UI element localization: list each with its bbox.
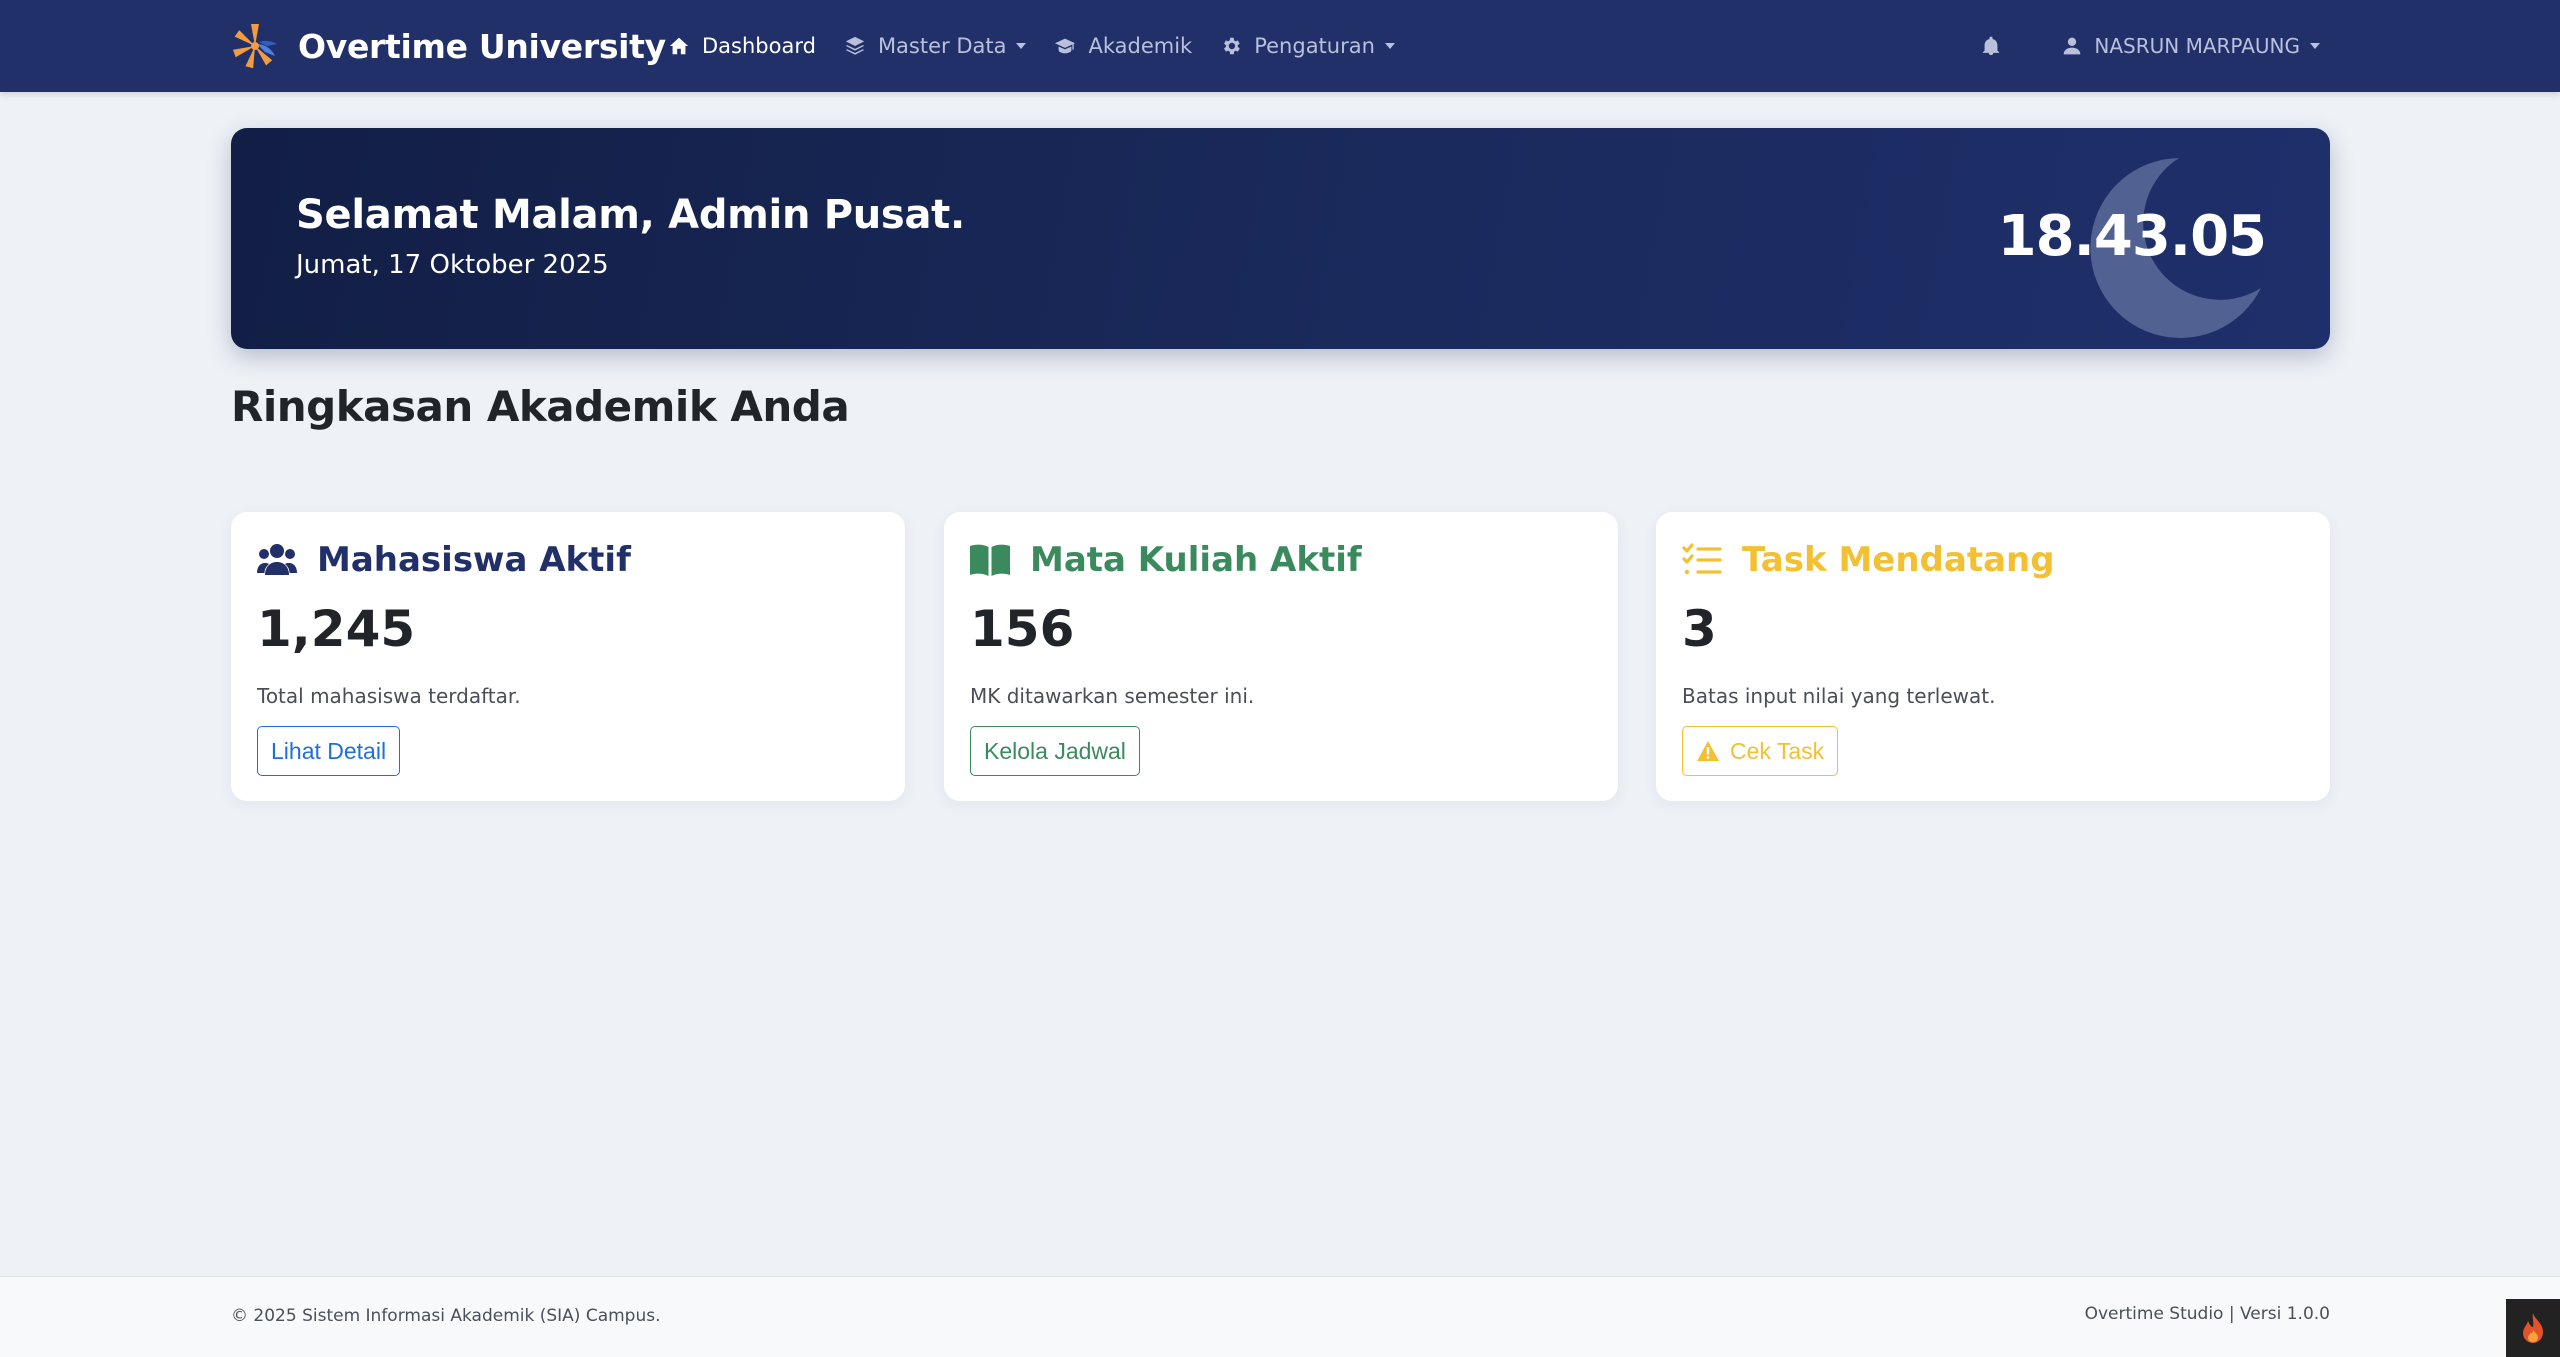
footer-version: Overtime Studio | Versi 1.0.0 xyxy=(2084,1304,2330,1324)
card-task-mendatang: Task Mendatang 3 Batas input nilai yang … xyxy=(1656,512,2330,801)
current-time: 18.43.05 xyxy=(1997,204,2267,269)
chevron-down-icon xyxy=(2310,43,2320,49)
home-icon xyxy=(669,37,689,55)
layers-icon xyxy=(845,36,865,55)
welcome-banner: Selamat Malam, Admin Pusat. Jumat, 17 Ok… xyxy=(231,128,2330,349)
list-check-icon xyxy=(1682,543,1722,575)
nav-item-pengaturan[interactable]: Pengaturan xyxy=(1220,34,1395,58)
gear-icon xyxy=(1224,37,1241,55)
main-nav: Dashboard Master Data Akademik Pengatura… xyxy=(668,26,1395,66)
brand-logo-icon xyxy=(232,24,277,69)
card-value: 156 xyxy=(970,600,1075,658)
nav-item-label: Pengaturan xyxy=(1254,34,1375,58)
card-mahasiswa-aktif: Mahasiswa Aktif 1,245 Total mahasiswa te… xyxy=(231,512,905,801)
chevron-down-icon xyxy=(1384,43,1395,49)
footer-copyright: © 2025 Sistem Informasi Akademik (SIA) C… xyxy=(231,1306,661,1326)
card-value: 1,245 xyxy=(257,600,416,658)
kelola-jadwal-button[interactable]: Kelola Jadwal xyxy=(970,726,1140,776)
book-open-icon xyxy=(970,544,1010,576)
lihat-detail-button[interactable]: Lihat Detail xyxy=(257,726,401,776)
card-description: MK ditawarkan semester ini. xyxy=(970,684,1255,708)
button-label: Cek Task xyxy=(1730,737,1825,764)
users-icon xyxy=(257,544,297,575)
current-date: Jumat, 17 Oktober 2025 xyxy=(296,250,609,280)
card-description: Total mahasiswa terdaftar. xyxy=(257,684,521,708)
card-title: Mahasiswa Aktif xyxy=(317,540,631,580)
user-name: NASRUN MARPAUNG xyxy=(2094,34,2300,58)
top-navbar: Overtime University Dashboard Master Dat… xyxy=(0,0,2560,92)
card-mata-kuliah-aktif: Mata Kuliah Aktif 156 MK ditawarkan seme… xyxy=(944,512,1618,801)
warning-icon xyxy=(1697,741,1719,761)
nav-item-label: Dashboard xyxy=(702,34,816,58)
nav-item-akademik[interactable]: Akademik xyxy=(1054,34,1192,58)
section-title: Ringkasan Akademik Anda xyxy=(231,382,850,431)
nav-item-dashboard[interactable]: Dashboard xyxy=(668,34,816,58)
nav-right: NASRUN MARPAUNG xyxy=(1980,26,2320,66)
graduation-cap-icon xyxy=(1055,38,1076,54)
user-icon xyxy=(2064,37,2081,55)
card-value: 3 xyxy=(1682,600,1717,658)
chevron-down-icon xyxy=(1016,43,1027,49)
card-header: Mata Kuliah Aktif xyxy=(970,538,1362,582)
card-header: Task Mendatang xyxy=(1682,538,2055,582)
debug-toolbar-toggle[interactable] xyxy=(2506,1299,2560,1357)
page-footer: © 2025 Sistem Informasi Akademik (SIA) C… xyxy=(0,1276,2560,1357)
card-description: Batas input nilai yang terlewat. xyxy=(1682,684,1996,708)
cek-task-button[interactable]: Cek Task xyxy=(1682,726,1839,776)
greeting-text: Selamat Malam, Admin Pusat. xyxy=(296,192,965,238)
card-title: Task Mendatang xyxy=(1742,540,2055,580)
user-menu[interactable]: NASRUN MARPAUNG xyxy=(2062,34,2320,58)
nav-item-label: Master Data xyxy=(877,34,1007,58)
flame-icon xyxy=(2523,1313,2543,1343)
card-header: Mahasiswa Aktif xyxy=(257,538,631,582)
nav-item-label: Akademik xyxy=(1088,34,1193,58)
bell-icon[interactable] xyxy=(1980,35,2002,57)
brand-name: Overtime University xyxy=(298,26,666,66)
nav-item-master-data[interactable]: Master Data xyxy=(844,34,1027,58)
brand-link[interactable]: Overtime University xyxy=(230,20,666,72)
card-title: Mata Kuliah Aktif xyxy=(1030,540,1362,580)
